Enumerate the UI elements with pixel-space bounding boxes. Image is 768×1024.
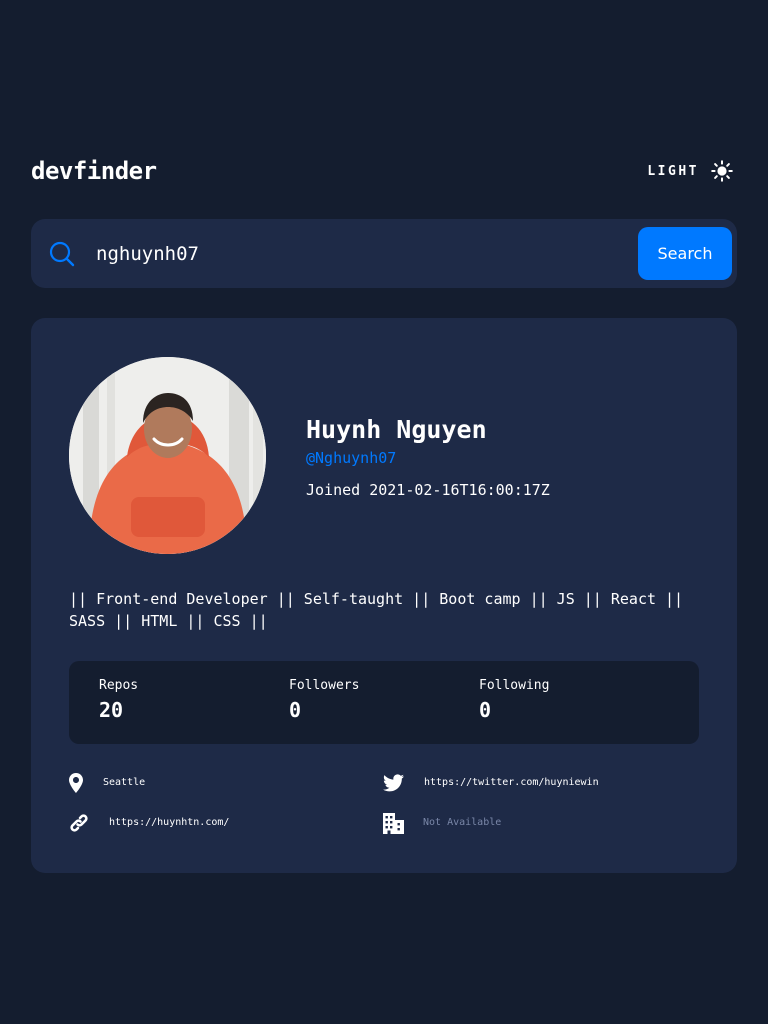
stat-repos-label: Repos bbox=[99, 678, 139, 693]
twitter-link-text[interactable]: https://twitter.com/huyniewin bbox=[424, 776, 599, 790]
profile-info: Huynh Nguyen @Nghuynh07 Joined 2021-02-1… bbox=[306, 414, 550, 500]
link-icon bbox=[70, 814, 88, 832]
app-header: devfinder LIGHT bbox=[31, 150, 737, 192]
stats-box: Repos 20 Followers 0 Following 0 bbox=[69, 661, 699, 744]
profile-card: Huynh Nguyen @Nghuynh07 Joined 2021-02-1… bbox=[31, 318, 737, 873]
location-pin-icon bbox=[69, 773, 83, 793]
link-location: Seattle bbox=[69, 771, 145, 795]
search-input[interactable] bbox=[96, 242, 638, 265]
profile-joined-date: Joined 2021-02-16T16:00:17Z bbox=[306, 481, 550, 499]
company-text: Not Available bbox=[423, 817, 502, 828]
profile-name: Huynh Nguyen bbox=[306, 415, 487, 444]
stat-repos-value: 20 bbox=[99, 698, 124, 722]
search-icon bbox=[49, 241, 75, 266]
search-button[interactable]: Search bbox=[638, 227, 732, 280]
search-bar: Search bbox=[31, 219, 737, 288]
profile-links: Seattle https://twitter.com/huyniewin ht… bbox=[69, 771, 701, 841]
stat-followers: Followers 0 bbox=[289, 678, 359, 722]
stat-following-label: Following bbox=[479, 678, 550, 693]
theme-toggle-button[interactable]: LIGHT bbox=[647, 160, 733, 182]
twitter-icon bbox=[383, 774, 404, 792]
location-text: Seattle bbox=[103, 777, 146, 788]
link-company: Not Available bbox=[383, 811, 501, 835]
avatar-photo bbox=[69, 357, 266, 554]
app-logo: devfinder bbox=[31, 157, 157, 185]
link-blog[interactable]: https://huynhtn.com/ bbox=[69, 811, 229, 835]
avatar bbox=[69, 357, 266, 554]
profile-bio: || Front-end Developer || Self-taught ||… bbox=[69, 590, 684, 630]
profile-login-link[interactable]: @Nghuynh07 bbox=[306, 448, 550, 468]
stat-repos: Repos 20 bbox=[99, 678, 138, 722]
theme-toggle-label: LIGHT bbox=[647, 163, 699, 179]
blog-link-text[interactable]: https://huynhtn.com/ bbox=[109, 816, 229, 830]
stat-followers-value: 0 bbox=[289, 698, 302, 722]
stat-following-value: 0 bbox=[479, 698, 492, 722]
stat-following: Following 0 bbox=[479, 678, 549, 722]
building-icon bbox=[383, 812, 404, 834]
link-twitter[interactable]: https://twitter.com/huyniewin bbox=[383, 771, 599, 795]
stat-followers-label: Followers bbox=[289, 678, 360, 693]
sun-icon bbox=[711, 160, 733, 182]
